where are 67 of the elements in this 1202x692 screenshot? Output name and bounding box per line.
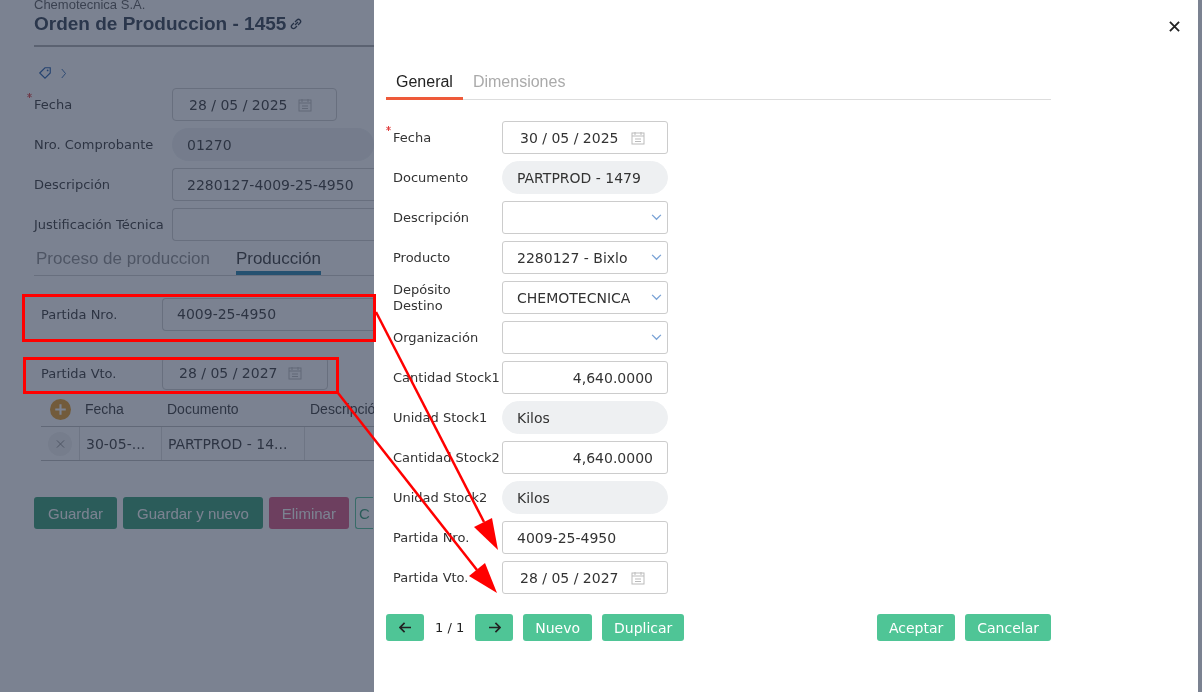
input-field[interactable]: 4,640.0000	[502, 441, 668, 474]
field-label: Documento	[393, 169, 469, 185]
add-icon[interactable]	[49, 398, 71, 420]
readonly-field: 01270	[172, 128, 374, 161]
dropdown-field[interactable]	[502, 201, 668, 234]
table-cell: PARTPROD - 14...	[168, 435, 288, 452]
close-button[interactable]	[1167, 19, 1181, 33]
action-button[interactable]: Guardar	[34, 497, 118, 529]
action-button[interactable]: Cancelar	[965, 614, 1051, 641]
readonly-field: Kilos	[502, 481, 668, 514]
chevron-down-icon[interactable]	[651, 214, 662, 221]
input-field[interactable]: 2280127-4009-25-4950	[172, 168, 374, 201]
chevron-right-icon[interactable]	[61, 66, 67, 80]
chevron-down-icon[interactable]	[651, 334, 662, 341]
field-label: Partida Vto.	[393, 569, 469, 585]
dropdown-field[interactable]: CHEMOTECNICA	[502, 281, 668, 314]
close-icon	[55, 438, 65, 449]
company-name: Chemotecnica S.A.	[34, 0, 147, 13]
chevron-down-icon[interactable]	[651, 294, 662, 301]
action-button[interactable]: C	[354, 497, 373, 529]
field-label: Partida Vto.	[41, 365, 118, 381]
field-label: Organización	[393, 329, 479, 345]
dropdown-field[interactable]	[502, 321, 668, 354]
tab[interactable]: General	[386, 70, 463, 100]
arrow-right-icon	[487, 622, 501, 633]
date-field[interactable]: 30 / 05 / 2025	[502, 121, 668, 154]
previous-button[interactable]	[386, 614, 424, 641]
field-label: Descripción	[34, 177, 111, 192]
readonly-field: Kilos	[502, 401, 668, 434]
calendar-icon[interactable]	[297, 97, 312, 112]
date-field[interactable]: 28 / 05 / 2025	[172, 88, 337, 121]
field-label: Depósito Destino	[393, 281, 451, 313]
field-label: Producto	[393, 249, 451, 265]
table-cell: 30-05-...	[86, 435, 146, 452]
action-button[interactable]: Duplicar	[602, 614, 685, 641]
field-label: Fecha	[393, 129, 432, 145]
calendar-icon[interactable]	[630, 570, 645, 585]
action-button[interactable]: Nuevo	[523, 614, 592, 641]
calendar-icon[interactable]	[630, 130, 645, 145]
action-button[interactable]: Eliminar	[268, 497, 349, 529]
page-title: Orden de Produccion - 1455	[34, 13, 287, 35]
action-button[interactable]: Guardar y nuevo	[123, 497, 263, 529]
calendar-icon[interactable]	[287, 366, 302, 380]
delete-button[interactable]	[48, 431, 72, 456]
next-button[interactable]	[475, 614, 514, 641]
field-label: Cantidad Stock2	[393, 449, 500, 465]
chevron-down-icon[interactable]	[651, 254, 662, 261]
field-label: Justificación Técnica	[34, 217, 164, 232]
tab[interactable]: Dimensiones	[462, 70, 576, 100]
field-label: Fecha	[34, 97, 73, 112]
input-field[interactable]: 4,640.0000	[502, 361, 668, 394]
input-field[interactable]: 4009-25-4950	[162, 297, 374, 331]
input-field[interactable]: 4009-25-4950	[502, 521, 668, 554]
date-field[interactable]: 28 / 05 / 2027	[502, 561, 668, 594]
field-label: Partida Nro.	[41, 306, 119, 322]
tag-icon[interactable]	[37, 66, 53, 80]
field-label: Nro. Comprobante	[34, 137, 154, 152]
page-indicator: 1 / 1	[434, 620, 466, 635]
arrow-left-icon	[398, 622, 412, 633]
readonly-field: PARTPROD - 1479	[502, 161, 668, 194]
column-header: Fecha	[84, 400, 125, 419]
field-label: Descripción	[393, 209, 470, 225]
tab[interactable]: Producción	[235, 249, 321, 275]
column-header: Documento	[166, 400, 240, 419]
action-button[interactable]: Aceptar	[876, 614, 956, 641]
input-field[interactable]	[172, 208, 374, 241]
dropdown-field[interactable]: 2280127 - Bixlo	[502, 241, 668, 274]
